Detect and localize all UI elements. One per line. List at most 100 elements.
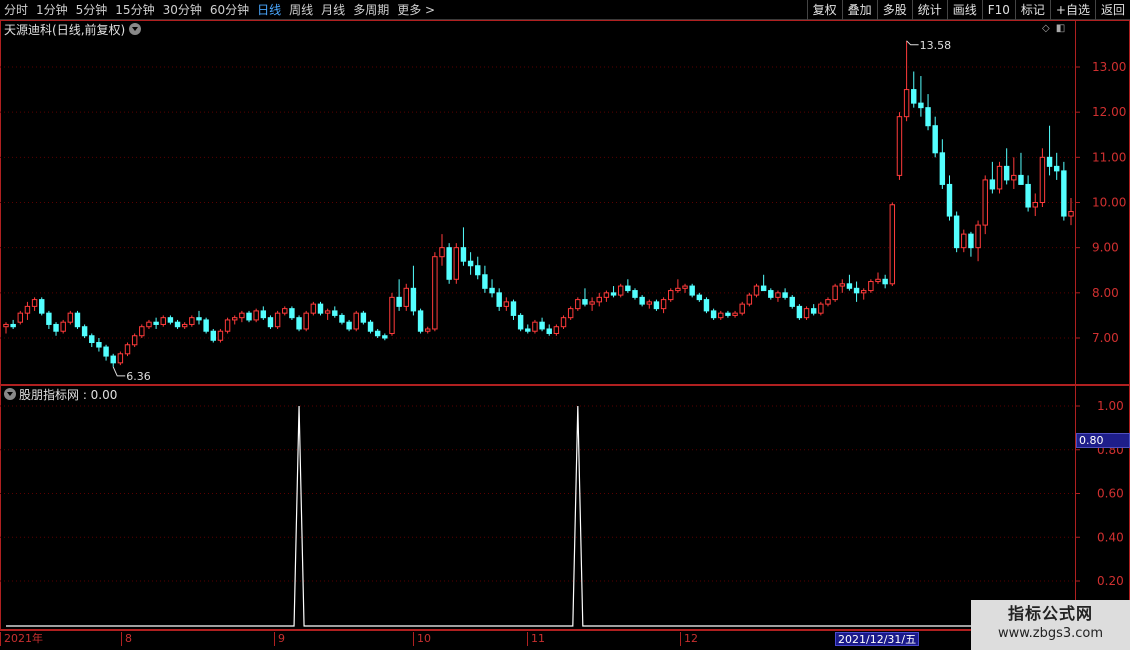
candle-down xyxy=(703,299,710,312)
tab-function-8[interactable]: 返回 xyxy=(1094,0,1130,20)
candle-down xyxy=(460,247,467,262)
candle-down xyxy=(446,247,452,280)
candle-up xyxy=(424,328,431,332)
toolbar: 分时 1分钟 5分钟 15分钟 30分钟 60分钟 日线 周线 月线 多周期 更多 > 复权 叠加 多股… xyxy=(0,0,1130,20)
tab-period-3[interactable]: 15分钟 xyxy=(111,0,158,20)
tab-function-6[interactable]: 标记 xyxy=(1014,0,1050,20)
candle-down xyxy=(689,285,695,296)
candle-down xyxy=(210,330,216,341)
candle-down xyxy=(510,301,517,316)
chart-controls: ◇ ◧ xyxy=(1042,23,1065,34)
candle-up xyxy=(432,256,438,330)
candle-down xyxy=(417,310,424,332)
candle-up xyxy=(739,303,745,314)
candle-down xyxy=(174,321,181,328)
tab-period-2[interactable]: 5分钟 xyxy=(72,0,112,20)
candle-down xyxy=(639,296,645,305)
candle-down xyxy=(96,342,102,348)
candle-down xyxy=(1025,183,1031,208)
indicator-tick-label: 0.40 xyxy=(1097,530,1124,544)
candle-down xyxy=(89,335,95,344)
indicator-tick-label: 0.60 xyxy=(1097,487,1124,501)
date-tick-label: 8 xyxy=(121,632,132,646)
tab-function-2[interactable]: 多股 xyxy=(876,0,912,20)
extreme-marker xyxy=(112,366,126,377)
chevron-down-icon[interactable] xyxy=(129,23,142,35)
candle-up xyxy=(453,247,460,280)
tab-function-0[interactable]: 复权 xyxy=(806,0,842,20)
tab-period-10[interactable]: 更多 > xyxy=(393,0,439,20)
tab-function-4[interactable]: 画线 xyxy=(946,0,982,20)
candle-down xyxy=(953,215,960,249)
period-tabs: 分时 1分钟 5分钟 15分钟 30分钟 60分钟 日线 周线 月线 多周期 更多 > xyxy=(0,0,439,20)
candle-up xyxy=(553,326,560,334)
price-tick-label: 7.00 xyxy=(1092,331,1119,345)
candle-down xyxy=(939,152,946,185)
candle-down xyxy=(1018,174,1024,185)
candle-up xyxy=(232,317,238,321)
candle-down xyxy=(317,303,324,314)
candle-down xyxy=(1053,165,1060,172)
tab-period-4[interactable]: 30分钟 xyxy=(159,0,206,20)
candle-down xyxy=(610,292,617,296)
diamond-icon[interactable]: ◇ xyxy=(1042,23,1050,34)
candle-down xyxy=(796,305,803,319)
date-tick-label: 2021年 xyxy=(0,632,43,646)
candle-up xyxy=(324,310,331,314)
candle-up xyxy=(131,335,138,346)
candle-up xyxy=(818,303,824,314)
candle-up xyxy=(17,312,24,323)
candle-down xyxy=(203,319,209,332)
candle-up xyxy=(589,301,595,305)
candle-up xyxy=(1039,156,1046,203)
candle-down xyxy=(625,285,631,292)
tab-period-8[interactable]: 月线 xyxy=(317,0,349,20)
candle-up xyxy=(682,285,688,289)
candle-down xyxy=(1046,156,1053,167)
tab-period-0[interactable]: 分时 xyxy=(0,0,32,20)
candle-up xyxy=(310,303,317,314)
candle-down xyxy=(989,179,996,190)
candle-down xyxy=(410,287,417,312)
candle-up xyxy=(560,317,567,328)
candle-up xyxy=(896,116,903,176)
candle-down xyxy=(932,125,938,154)
candle-down xyxy=(167,317,174,323)
date-tick-label: 9 xyxy=(274,632,285,646)
candle-up xyxy=(753,285,760,296)
candle-up xyxy=(575,299,581,310)
candle-down xyxy=(10,323,16,328)
price-tick-label: 10.00 xyxy=(1092,196,1126,210)
candle-up xyxy=(646,301,653,305)
candle-down xyxy=(482,274,488,289)
tab-function-7[interactable]: +自选 xyxy=(1049,0,1095,20)
window-icon[interactable]: ◧ xyxy=(1056,23,1065,34)
tab-period-9[interactable]: 多周期 xyxy=(349,0,393,20)
tab-function-3[interactable]: 统计 xyxy=(911,0,947,20)
candle-up xyxy=(389,296,395,334)
candle-down xyxy=(367,321,374,332)
candle-down xyxy=(360,312,367,323)
tab-period-1[interactable]: 1分钟 xyxy=(32,0,72,20)
tab-period-6[interactable]: 日线 xyxy=(253,0,285,20)
candle-up xyxy=(224,319,231,332)
chevron-down-icon[interactable] xyxy=(4,388,16,400)
tab-period-7[interactable]: 周线 xyxy=(285,0,317,20)
candle-up xyxy=(961,233,967,249)
indicator-header: 股朋指标网 : 0.00 xyxy=(4,387,117,402)
price-tick-label: 8.00 xyxy=(1092,286,1119,300)
candle-down xyxy=(946,183,953,217)
tab-function-5[interactable]: F10 xyxy=(981,0,1015,20)
tab-function-1[interactable]: 叠加 xyxy=(841,0,877,20)
candle-up xyxy=(675,287,681,292)
candle-up xyxy=(353,312,359,330)
candle-up xyxy=(181,323,188,328)
extreme-label: 6.36 xyxy=(126,370,151,383)
candle-up xyxy=(868,281,874,292)
candle-down xyxy=(110,355,116,364)
candle-down xyxy=(525,328,531,332)
candle-up xyxy=(439,247,445,258)
candle-up xyxy=(160,317,166,325)
tab-period-5[interactable]: 60分钟 xyxy=(206,0,253,20)
indicator-line xyxy=(6,405,1071,627)
